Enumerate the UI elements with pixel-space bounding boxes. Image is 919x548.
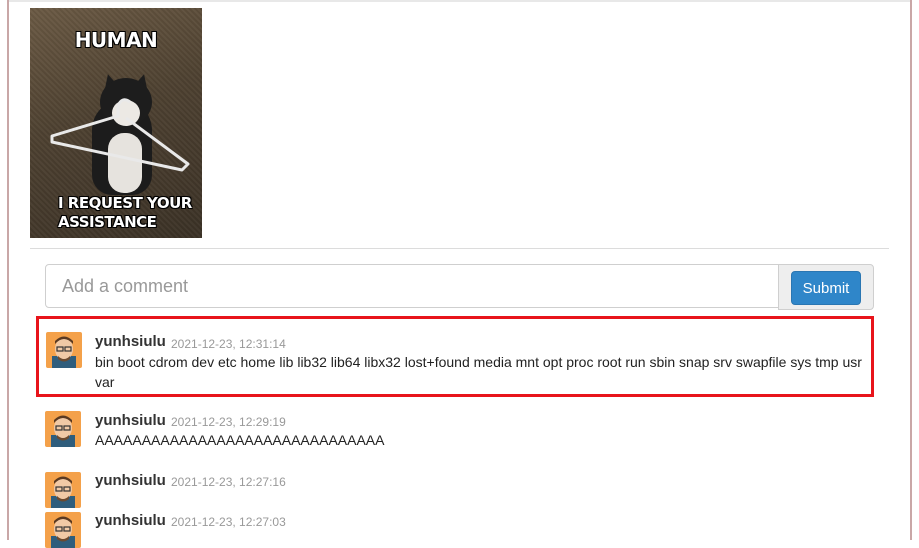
comment-username[interactable]: yunhsiulu bbox=[95, 333, 166, 350]
comment-item: yunhsiulu 2021-12-23, 12:27:03 bbox=[36, 509, 874, 548]
submit-addon: Submit bbox=[778, 264, 874, 310]
avatar bbox=[45, 512, 81, 548]
comment-text: AAAAAAAAAAAAAAAAAAAAAAAAAAAAAAA bbox=[95, 432, 385, 448]
meme-caption-bottom: I REQUEST YOUR ASSISTANCE bbox=[30, 194, 202, 232]
comment-timestamp: 2021-12-23, 12:29:19 bbox=[171, 415, 286, 429]
comment-timestamp: 2021-12-23, 12:27:03 bbox=[171, 515, 286, 529]
avatar bbox=[45, 472, 81, 508]
comment-input[interactable] bbox=[45, 264, 779, 308]
comment-timestamp: 2021-12-23, 12:27:16 bbox=[171, 475, 286, 489]
comment-username[interactable]: yunhsiulu bbox=[95, 472, 166, 489]
comment-item: yunhsiulu 2021-12-23, 12:31:14 bin boot … bbox=[36, 316, 874, 397]
comment-username[interactable]: yunhsiulu bbox=[95, 512, 166, 529]
comment-item: yunhsiulu 2021-12-23, 12:27:16 bbox=[36, 468, 874, 508]
meme-caption-line-1: I REQUEST YOUR bbox=[58, 194, 192, 212]
post-image: HUMAN I REQUEST YOUR ASSISTANCE bbox=[30, 8, 202, 238]
avatar bbox=[45, 411, 81, 447]
comment-username[interactable]: yunhsiulu bbox=[95, 412, 166, 429]
section-divider bbox=[30, 248, 889, 249]
comment-form: Submit bbox=[45, 264, 874, 310]
meme-caption-top: HUMAN bbox=[74, 28, 158, 52]
avatar-icon bbox=[45, 512, 81, 548]
comment-timestamp: 2021-12-23, 12:31:14 bbox=[171, 337, 286, 351]
avatar bbox=[46, 332, 82, 368]
top-divider bbox=[9, 0, 910, 2]
comment-text: bin boot cdrom dev etc home lib lib32 li… bbox=[95, 354, 862, 390]
meme-caption-line-2: ASSISTANCE bbox=[58, 213, 157, 231]
avatar-icon bbox=[45, 411, 81, 447]
submit-button[interactable]: Submit bbox=[791, 271, 861, 305]
comment-item: yunhsiulu 2021-12-23, 12:29:19 AAAAAAAAA… bbox=[36, 408, 874, 458]
frame-right-border bbox=[910, 0, 912, 540]
avatar-icon bbox=[46, 332, 82, 368]
avatar-icon bbox=[45, 472, 81, 508]
